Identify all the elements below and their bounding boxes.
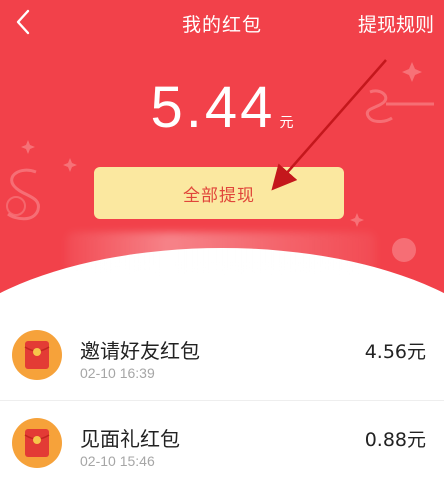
- list-item[interactable]: 见面礼红包 02-10 15:46 0.88元: [0, 401, 444, 489]
- record-amount: 4.56元: [364, 341, 426, 363]
- list-item[interactable]: 邀请好友红包 02-10 16:39 4.56元: [0, 313, 444, 401]
- record-time: 02-10 15:46: [80, 453, 155, 469]
- balance-unit: 元: [279, 115, 294, 131]
- record-amount: 0.88元: [364, 429, 426, 451]
- balance-amount: 5.44: [150, 75, 276, 140]
- withdraw-all-button[interactable]: 全部提现: [94, 167, 344, 219]
- red-envelope-icon: [12, 418, 62, 468]
- blurred-hint-text: [66, 232, 376, 272]
- withdraw-rules-link[interactable]: 提现规则: [358, 10, 434, 37]
- record-time: 02-10 16:39: [80, 365, 155, 381]
- record-title: 邀请好友红包: [80, 339, 200, 363]
- navbar: 我的红包 提现规则: [0, 0, 444, 44]
- header-banner: 我的红包 提现规则 5.44 元 全部提现: [0, 0, 444, 300]
- red-envelope-icon: [12, 330, 62, 380]
- record-title: 见面礼红包: [80, 427, 180, 451]
- balance-display: 5.44 元: [0, 74, 444, 141]
- red-packet-list: 邀请好友红包 02-10 16:39 4.56元 见面礼红包 02-10 15:…: [0, 313, 444, 489]
